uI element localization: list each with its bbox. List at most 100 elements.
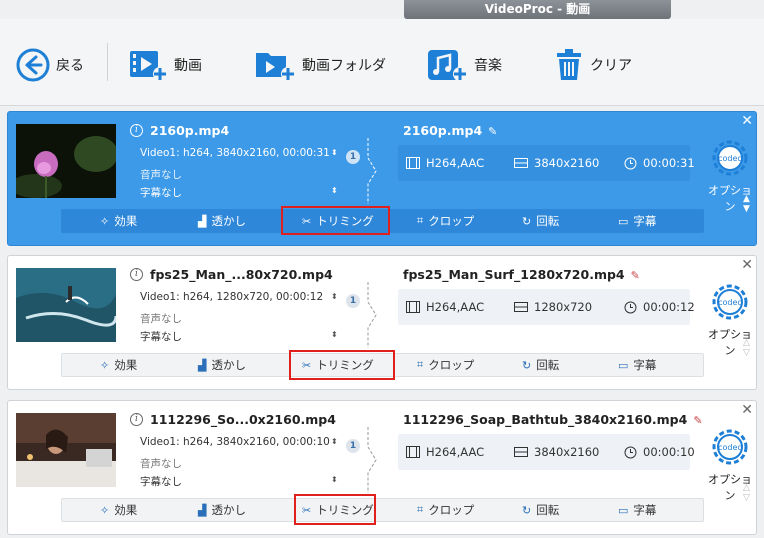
subtitle-select-icon[interactable]: ⬍ [331,475,338,484]
clear-button[interactable]: クリア [554,45,632,85]
move-up-icon[interactable]: ▲ ▼ [743,194,750,214]
subtitle-select-icon[interactable]: ⬍ [331,330,338,339]
track-select-icon[interactable]: ⬍ [331,437,338,446]
video-thumbnail[interactable] [16,413,116,487]
crop-icon: ⌗ [417,358,424,371]
subtitle-icon: ▭ [618,214,629,228]
codec-gear-icon: codec [712,284,748,320]
back-arrow-icon [16,48,50,82]
subtitle-track-info[interactable]: 字幕なし [140,474,340,489]
track-count-badge: 1 [346,150,360,164]
info-icon[interactable]: i [130,268,143,281]
toolbar: 戻る 動画 動画フォルダ 音楽 クリア [0,19,764,106]
film-icon [406,301,420,313]
toolbar-divider [107,43,108,81]
video-item[interactable]: i 2160p.mp4 Video1: h264, 3840x2160, 00:… [7,111,757,246]
chevron-right-icon [367,282,377,348]
rotate-button[interactable]: ↻ 回転 [522,354,559,376]
output-duration: 00:00:10 [624,445,695,459]
stamp-icon: ▟ [198,358,207,372]
output-spec-box: H264,AAC 3840x2160 00:00:31 [398,145,695,181]
track-count-badge: 1 [346,294,360,308]
output-filename[interactable]: fps25_Man_Surf_1280x720.mp4 ✎ [403,267,640,282]
video-track-info: Video1: h264, 3840x2160, 00:00:31 [140,147,330,159]
stamp-icon: ▟ [198,503,207,517]
crop-button[interactable]: ⌗ クロップ [417,499,474,521]
trim-button[interactable]: ✂ トリミング [302,354,374,376]
magic-wand-icon: ✧ [100,358,110,372]
output-codec: H264,AAC [406,156,484,170]
crop-button[interactable]: ⌗ クロップ [417,210,474,232]
close-icon[interactable]: ✕ [741,402,753,418]
output-filename-text: fps25_Man_Surf_1280x720.mp4 [403,267,625,282]
add-folder-label: 動画フォルダ [302,58,386,74]
edit-pencil-icon[interactable]: ✎ [631,269,640,282]
film-icon [406,157,420,169]
add-folder-button[interactable]: 動画フォルダ [254,45,386,85]
trim-button[interactable]: ✂ トリミング [302,499,374,521]
subtitle-select-icon[interactable]: ⬍ [331,186,338,195]
subtitle-track-info[interactable]: 字幕なし [140,329,340,344]
svg-text:codec: codec [718,154,742,163]
svg-text:codec: codec [718,443,742,452]
clock-icon [624,157,637,169]
output-filename-text: 1112296_Soap_Bathtub_3840x2160.mp4 [403,412,688,427]
edit-actions-bar: ✧ 効果 ▟ 透かし ✂ トリミング ⌗ クロップ ↻ 回転 ▭ 字幕 [61,353,704,377]
close-icon[interactable]: ✕ [741,113,753,129]
output-codec: H264,AAC [406,445,484,459]
audio-track-info[interactable]: 音声なし [140,167,340,182]
audio-track-info[interactable]: 音声なし [140,311,340,326]
add-music-label: 音楽 [474,58,502,74]
scissors-icon: ✂ [302,214,312,228]
subtitle-button[interactable]: ▭ 字幕 [618,499,656,521]
edit-actions-bar: ✧ 効果 ▟ 透かし ✂ トリミング ⌗ クロップ ↻ 回転 ▭ 字幕 [61,209,704,233]
subtitle-button[interactable]: ▭ 字幕 [618,354,656,376]
codec-gear-icon: codec [712,140,748,176]
trash-icon [557,49,581,80]
crop-button[interactable]: ⌗ クロップ [417,354,474,376]
move-up-icon[interactable]: △ ▽ [743,338,750,358]
info-icon[interactable]: i [130,124,143,137]
video-thumbnail[interactable] [16,124,116,198]
rotate-icon: ↻ [522,214,532,228]
resolution-icon [514,158,528,168]
output-filename[interactable]: 2160p.mp4 ✎ [403,123,497,138]
effect-button[interactable]: ✧ 効果 [100,499,137,521]
audio-track-info[interactable]: 音声なし [140,456,340,471]
rotate-icon: ↻ [522,358,532,372]
video-item[interactable]: i 1112296_So...0x2160.mp4 Video1: h264, … [7,400,757,535]
close-icon[interactable]: ✕ [741,257,753,273]
rotate-button[interactable]: ↻ 回転 [522,210,559,232]
subtitle-track-info[interactable]: 字幕なし [140,185,340,200]
subtitle-button[interactable]: ▭ 字幕 [618,210,656,232]
edit-pencil-icon[interactable]: ✎ [693,414,702,427]
rotate-button[interactable]: ↻ 回転 [522,499,559,521]
add-music-button[interactable]: 音楽 [426,45,502,85]
output-filename[interactable]: 1112296_Soap_Bathtub_3840x2160.mp4 ✎ [403,412,703,427]
rotate-icon: ↻ [522,503,532,517]
input-filename: fps25_Man_...80x720.mp4 [150,267,333,282]
magic-wand-icon: ✧ [100,214,110,228]
video-thumbnail[interactable] [16,268,116,342]
effect-button[interactable]: ✧ 効果 [100,354,137,376]
output-codec: H264,AAC [406,300,484,314]
move-up-icon[interactable]: △ ▽ [743,483,750,503]
video-track-info: Video1: h264, 3840x2160, 00:00:10 [140,436,330,448]
back-button[interactable]: 戻る [16,45,84,85]
trim-button[interactable]: ✂ トリミング [302,210,374,232]
edit-pencil-icon[interactable]: ✎ [488,125,497,138]
input-filename: 2160p.mp4 [150,123,230,138]
resolution-icon [514,447,528,457]
track-select-icon[interactable]: ⬍ [331,148,338,157]
add-video-button[interactable]: 動画 [128,45,202,85]
scissors-icon: ✂ [302,358,312,372]
track-select-icon[interactable]: ⬍ [331,292,338,301]
watermark-button[interactable]: ▟ 透かし [198,499,246,521]
video-item[interactable]: i fps25_Man_...80x720.mp4 Video1: h264, … [7,255,757,390]
info-icon[interactable]: i [130,413,143,426]
effect-button[interactable]: ✧ 効果 [100,210,137,232]
output-spec-box: H264,AAC 1280x720 00:00:12 [398,289,695,325]
watermark-button[interactable]: ▟ 透かし [198,354,246,376]
subtitle-icon: ▭ [618,503,629,517]
watermark-button[interactable]: ▟ 透かし [198,210,246,232]
